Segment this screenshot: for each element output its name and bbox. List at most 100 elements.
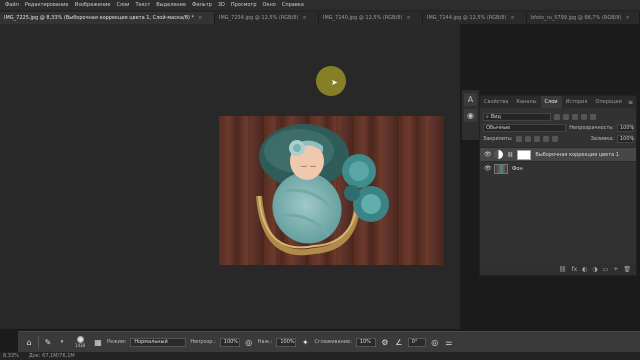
layers-panel-footer: ⛓ fx ◐ ◑ ▭ + 🗑 bbox=[480, 263, 636, 275]
chevron-down-icon[interactable]: ▾ bbox=[57, 339, 67, 345]
menu-layers[interactable]: Слои bbox=[113, 2, 132, 8]
layer-filter-select[interactable]: ⌕ Вид bbox=[483, 112, 551, 121]
status-bar: 8,33% Док: 67,1M/76,1M bbox=[0, 352, 640, 360]
lock-image-icon[interactable] bbox=[524, 135, 531, 142]
tab-layers[interactable]: Слои bbox=[540, 96, 562, 108]
cursor-icon: ➤ bbox=[331, 78, 338, 87]
panel-dock-strip: A ◉ bbox=[462, 90, 479, 140]
tab-label: IMG_7240.jpg @ 12,5% (RGB/8) bbox=[323, 15, 403, 21]
home-icon[interactable]: ⌂ bbox=[24, 338, 34, 347]
link-layers-icon[interactable]: ⛓ bbox=[559, 266, 567, 273]
pressure-label: Наж.: bbox=[257, 339, 273, 345]
layer-row-background[interactable]: 👁 Фон bbox=[480, 161, 636, 175]
tab-img-7244[interactable]: IMG_7244.jpg @ 12,5% (RGB/8) × bbox=[423, 12, 527, 24]
opacity-field[interactable]: 100% bbox=[617, 123, 634, 132]
mode-label: Режим: bbox=[107, 339, 127, 345]
tool-options-bar: ⌂ ✎ ▾ 1438 ▦ Режим: Нормальный Непрозр.:… bbox=[18, 331, 640, 352]
angle-field[interactable]: 0° bbox=[407, 337, 426, 347]
divider bbox=[38, 335, 39, 349]
tab-properties[interactable]: Свойства bbox=[480, 96, 512, 108]
tab-img-7234[interactable]: IMG_7234.jpg @ 12,5% (RGB/8) × bbox=[215, 12, 319, 24]
lock-artboard-icon[interactable] bbox=[542, 135, 549, 142]
tab-channels[interactable]: Каналы bbox=[512, 96, 540, 108]
brush-settings-icon[interactable]: ▦ bbox=[93, 338, 103, 347]
adjustment-thumbnail-icon bbox=[494, 150, 503, 159]
close-icon[interactable]: × bbox=[198, 15, 202, 21]
visibility-eye-icon[interactable]: 👁 bbox=[484, 151, 492, 158]
smoothing-field[interactable]: 10% bbox=[355, 337, 376, 347]
close-icon[interactable]: × bbox=[302, 15, 306, 21]
new-group-icon[interactable]: ▭ bbox=[603, 266, 609, 273]
menu-filter[interactable]: Фильтр bbox=[189, 2, 215, 8]
menu-text[interactable]: Текст bbox=[132, 2, 153, 8]
document-tabs: IMG_7225.jpg @ 8,33% (Выборочная коррекц… bbox=[0, 10, 640, 24]
filter-smart-icon[interactable] bbox=[590, 113, 596, 120]
layer-name: Выборочная коррекция цвета 1 bbox=[535, 151, 619, 158]
new-adjustment-icon[interactable]: ◑ bbox=[592, 266, 597, 273]
link-icon: ⛓ bbox=[507, 151, 514, 158]
menu-edit[interactable]: Редактирование bbox=[22, 2, 72, 8]
filter-shape-icon[interactable] bbox=[581, 113, 587, 120]
lock-transparent-icon[interactable] bbox=[515, 135, 522, 142]
layer-row-selective-color[interactable]: 👁 ⛓ Выборочная коррекция цвета 1 bbox=[480, 147, 636, 161]
add-mask-icon[interactable]: ◐ bbox=[582, 266, 587, 273]
filter-adjustment-icon[interactable] bbox=[563, 113, 569, 120]
close-icon[interactable]: × bbox=[510, 15, 514, 21]
tab-img-7225[interactable]: IMG_7225.jpg @ 8,33% (Выборочная коррекц… bbox=[0, 12, 215, 24]
lock-position-icon[interactable] bbox=[533, 135, 540, 142]
layers-panel: Свойства Каналы Слои История Операции ≡ … bbox=[479, 95, 637, 276]
blend-mode-select[interactable]: Обычные bbox=[483, 123, 567, 132]
smoothing-label: Сглаживание: bbox=[314, 339, 352, 345]
fx-icon[interactable]: fx bbox=[572, 266, 578, 273]
opacity-label: Непрозр.: bbox=[190, 339, 216, 345]
lock-all-icon[interactable] bbox=[551, 135, 558, 142]
fill-field[interactable]: 100% bbox=[617, 134, 634, 143]
filter-pixel-icon[interactable] bbox=[554, 113, 560, 120]
filter-type-icon[interactable] bbox=[572, 113, 578, 120]
menu-image[interactable]: Изображение bbox=[71, 2, 113, 8]
tab-actions[interactable]: Операции bbox=[591, 96, 625, 108]
brush-tool-icon[interactable]: ✎ bbox=[43, 338, 53, 347]
menu-file[interactable]: Файл bbox=[2, 2, 22, 8]
tab-label: IMG_7244.jpg @ 12,5% (RGB/8) bbox=[427, 15, 507, 21]
brush-preset-picker[interactable]: 1438 bbox=[71, 336, 89, 348]
layer-mask-thumbnail[interactable] bbox=[517, 149, 532, 160]
fill-label: Заливка: bbox=[590, 135, 614, 142]
tab-label: IMG_7234.jpg @ 12,5% (RGB/8) bbox=[219, 15, 299, 21]
mode-select[interactable]: Нормальный bbox=[130, 337, 187, 347]
pressure-opacity-icon[interactable]: ◎ bbox=[244, 338, 254, 347]
menu-select[interactable]: Выделение bbox=[153, 2, 189, 8]
layer-thumbnail bbox=[494, 163, 508, 174]
menu-3d[interactable]: 3D bbox=[215, 2, 228, 8]
gear-icon[interactable]: ⚙ bbox=[380, 338, 390, 347]
search-icon: ⌕ bbox=[486, 113, 489, 120]
close-icon[interactable]: × bbox=[626, 15, 630, 21]
visibility-eye-icon[interactable]: 👁 bbox=[484, 165, 492, 172]
newborn-photo bbox=[248, 116, 425, 265]
opacity-field[interactable]: 100% bbox=[219, 337, 240, 347]
menu-window[interactable]: Окно bbox=[260, 2, 279, 8]
symmetry-icon[interactable]: ⚌ bbox=[444, 338, 454, 347]
tab-label: bfoto_ru_5799.jpg @ 66,7% (RGB/8) bbox=[531, 15, 622, 21]
brush-tip-icon bbox=[76, 336, 84, 343]
trash-icon[interactable]: 🗑 bbox=[623, 266, 631, 273]
airbrush-icon[interactable]: ✦ bbox=[300, 338, 310, 347]
panel-tabs: Свойства Каналы Слои История Операции ≡ bbox=[480, 96, 636, 108]
document-canvas[interactable] bbox=[219, 116, 444, 265]
panel-menu-icon[interactable]: ≡ bbox=[628, 99, 636, 106]
new-layer-icon[interactable]: + bbox=[613, 266, 618, 273]
character-panel-icon[interactable]: A bbox=[464, 93, 477, 106]
pressure-size-icon[interactable]: ◎ bbox=[430, 338, 440, 347]
paragraph-panel-icon[interactable]: ◉ bbox=[464, 109, 477, 122]
menu-help[interactable]: Справка bbox=[279, 2, 307, 8]
angle-icon[interactable]: ∠ bbox=[394, 338, 404, 347]
tab-bfoto[interactable]: bfoto_ru_5799.jpg @ 66,7% (RGB/8) × bbox=[527, 12, 640, 24]
zoom-level[interactable]: 8,33% bbox=[3, 353, 19, 359]
tab-img-7240[interactable]: IMG_7240.jpg @ 12,5% (RGB/8) × bbox=[319, 12, 423, 24]
opacity-label: Непрозрачность: bbox=[569, 124, 614, 131]
tab-history[interactable]: История bbox=[562, 96, 592, 108]
menu-view[interactable]: Просмотр bbox=[228, 2, 260, 8]
close-icon[interactable]: × bbox=[406, 15, 410, 21]
pressure-field[interactable]: 100% bbox=[276, 337, 297, 347]
document-size: Док: 67,1M/76,1M bbox=[28, 353, 75, 359]
